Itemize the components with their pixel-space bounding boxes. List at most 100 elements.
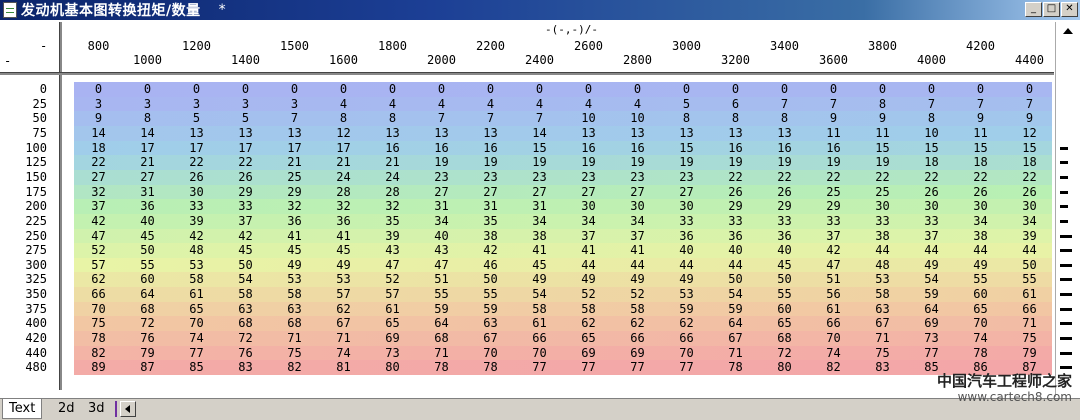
table-cell[interactable]: 11 [858, 126, 907, 140]
table-cell[interactable]: 34 [1005, 214, 1054, 228]
table-cell[interactable]: 38 [956, 229, 1005, 243]
table-cell[interactable]: 48 [172, 243, 221, 257]
table-cell[interactable]: 62 [564, 316, 613, 330]
table-cell[interactable]: 32 [319, 199, 368, 213]
table-cell[interactable]: 36 [711, 229, 760, 243]
table-cell[interactable]: 9 [858, 111, 907, 125]
table-cell[interactable]: 0 [662, 82, 711, 96]
table-cell[interactable]: 4 [368, 97, 417, 111]
table-cell[interactable]: 10 [907, 126, 956, 140]
table-cell[interactable]: 11 [809, 126, 858, 140]
table-cell[interactable]: 4 [564, 97, 613, 111]
table-cell[interactable]: 53 [172, 258, 221, 272]
table-cell[interactable]: 45 [221, 243, 270, 257]
table-cell[interactable]: 13 [760, 126, 809, 140]
table-cell[interactable]: 50 [466, 272, 515, 286]
table-cell[interactable]: 26 [907, 185, 956, 199]
table-cell[interactable]: 81 [319, 360, 368, 374]
table-cell[interactable]: 55 [1005, 272, 1054, 286]
table-cell[interactable]: 8 [711, 111, 760, 125]
table-cell[interactable]: 21 [319, 155, 368, 169]
table-cell[interactable]: 33 [809, 214, 858, 228]
table-cell[interactable]: 30 [956, 199, 1005, 213]
table-cell[interactable]: 41 [270, 229, 319, 243]
table-cell[interactable]: 9 [809, 111, 858, 125]
table-cell[interactable]: 28 [319, 185, 368, 199]
table-cell[interactable]: 63 [221, 302, 270, 316]
table-cell[interactable]: 3 [172, 97, 221, 111]
table-cell[interactable]: 16 [711, 141, 760, 155]
table-cell[interactable]: 44 [907, 243, 956, 257]
table-cell[interactable]: 71 [417, 346, 466, 360]
table-cell[interactable]: 42 [74, 214, 123, 228]
table-cell[interactable]: 15 [1005, 141, 1054, 155]
table-cell[interactable]: 77 [515, 360, 564, 374]
table-cell[interactable]: 7 [760, 97, 809, 111]
table-cell[interactable]: 0 [123, 82, 172, 96]
table-cell[interactable]: 34 [613, 214, 662, 228]
table-cell[interactable]: 52 [564, 287, 613, 301]
tab-3d[interactable]: 3d [82, 399, 111, 419]
table-cell[interactable]: 26 [172, 170, 221, 184]
table-cell[interactable]: 57 [74, 258, 123, 272]
table-cell[interactable]: 26 [956, 185, 1005, 199]
table-cell[interactable]: 60 [760, 302, 809, 316]
table-cell[interactable]: 44 [858, 243, 907, 257]
table-cell[interactable]: 33 [172, 199, 221, 213]
table-cell[interactable]: 16 [368, 141, 417, 155]
table-cell[interactable]: 9 [956, 111, 1005, 125]
table-cell[interactable]: 16 [417, 141, 466, 155]
table-cell[interactable]: 19 [417, 155, 466, 169]
table-cell[interactable]: 75 [1005, 331, 1054, 345]
table-cell[interactable]: 30 [662, 199, 711, 213]
table-cell[interactable]: 15 [515, 141, 564, 155]
table-cell[interactable]: 3 [74, 97, 123, 111]
table-cell[interactable]: 31 [417, 199, 466, 213]
table-cell[interactable]: 7 [515, 111, 564, 125]
table-cell[interactable]: 79 [1005, 346, 1054, 360]
table-cell[interactable]: 31 [466, 199, 515, 213]
table-cell[interactable]: 0 [368, 82, 417, 96]
table-cell[interactable]: 80 [368, 360, 417, 374]
table-cell[interactable]: 19 [711, 155, 760, 169]
table-cell[interactable]: 44 [956, 243, 1005, 257]
table-cell[interactable]: 74 [809, 346, 858, 360]
table-cell[interactable]: 0 [270, 82, 319, 96]
table-cell[interactable]: 36 [270, 214, 319, 228]
table-cell[interactable]: 73 [368, 346, 417, 360]
table-cell[interactable]: 36 [760, 229, 809, 243]
table-cell[interactable]: 48 [858, 258, 907, 272]
scroll-up-arrow-icon[interactable] [1063, 28, 1073, 34]
table-cell[interactable]: 57 [319, 287, 368, 301]
table-cell[interactable]: 50 [221, 258, 270, 272]
table-cell[interactable]: 72 [221, 331, 270, 345]
table-cell[interactable]: 61 [368, 302, 417, 316]
table-cell[interactable]: 68 [417, 331, 466, 345]
table-cell[interactable]: 65 [368, 316, 417, 330]
table-cell[interactable]: 0 [858, 82, 907, 96]
table-cell[interactable]: 0 [172, 82, 221, 96]
table-cell[interactable]: 37 [221, 214, 270, 228]
table-cell[interactable]: 9 [1005, 111, 1054, 125]
table-cell[interactable]: 58 [564, 302, 613, 316]
table-cell[interactable]: 5 [221, 111, 270, 125]
table-cell[interactable]: 47 [417, 258, 466, 272]
table-cell[interactable]: 22 [858, 170, 907, 184]
table-cell[interactable]: 8 [907, 111, 956, 125]
table-cell[interactable]: 78 [74, 331, 123, 345]
table-cell[interactable]: 18 [74, 141, 123, 155]
table-cell[interactable]: 23 [613, 170, 662, 184]
table-cell[interactable]: 85 [172, 360, 221, 374]
table-cell[interactable]: 42 [466, 243, 515, 257]
table-cell[interactable]: 63 [270, 302, 319, 316]
table-cell[interactable]: 55 [760, 287, 809, 301]
table-cell[interactable]: 70 [809, 331, 858, 345]
table-cell[interactable]: 14 [123, 126, 172, 140]
table-cell[interactable]: 52 [74, 243, 123, 257]
table-cell[interactable]: 37 [907, 229, 956, 243]
table-cell[interactable]: 63 [466, 316, 515, 330]
table-cell[interactable]: 65 [564, 331, 613, 345]
table-cell[interactable]: 7 [907, 97, 956, 111]
table-cell[interactable]: 40 [417, 229, 466, 243]
close-button[interactable]: ✕ [1061, 2, 1078, 17]
